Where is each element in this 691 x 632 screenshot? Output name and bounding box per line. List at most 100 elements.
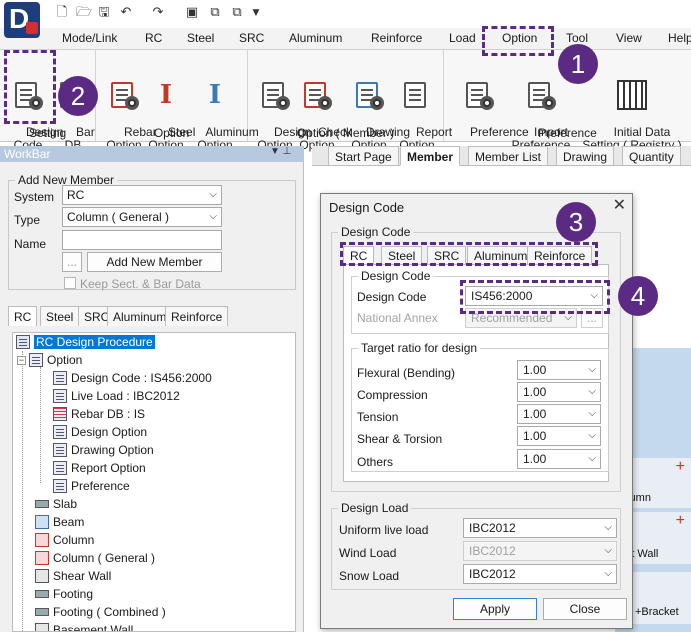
design-code-label: Design Code xyxy=(357,290,427,304)
callout-2: 2 xyxy=(58,76,98,116)
tree-item-shear-wall[interactable]: Shear Wall xyxy=(35,568,111,584)
wind-load-select[interactable]: IBC2012 ⌵ xyxy=(463,541,617,561)
type-select[interactable]: Column ( General ) ⌵ xyxy=(62,207,222,227)
column-general-icon xyxy=(35,551,49,565)
tab-member[interactable]: Member xyxy=(400,146,461,166)
tab-mode-link[interactable]: Mode/Link xyxy=(62,31,117,45)
ratio-shear-torsion-select[interactable]: 1.00 ⌵ xyxy=(517,426,601,446)
collapse-icon[interactable]: − xyxy=(17,356,26,365)
workbar-pin-icon[interactable]: ▼ ⊥ xyxy=(270,146,291,157)
tab-view[interactable]: View xyxy=(616,31,642,45)
tree-item-drawing-option[interactable]: Drawing Option xyxy=(53,442,154,458)
drawing-option-icon xyxy=(53,443,67,457)
tree-item-column-general[interactable]: Column ( General ) xyxy=(35,550,155,566)
wind-load-label: Wind Load xyxy=(339,546,397,560)
uniform-live-load-label: Uniform live load xyxy=(339,523,429,537)
tab-drawing[interactable]: Drawing xyxy=(556,146,615,166)
paste-icon[interactable]: ⧉ xyxy=(229,5,245,21)
chevron-down-icon: ⌵ xyxy=(588,408,596,419)
save-icon[interactable]: 🖫 xyxy=(96,5,112,21)
snow-load-select[interactable]: IBC2012 ⌵ xyxy=(463,564,617,584)
workbar-tab-aluminum[interactable]: Aluminum xyxy=(107,306,173,326)
open-file-icon[interactable]: 🗁 xyxy=(76,5,92,21)
preference-group-label: Preference xyxy=(538,126,597,140)
member-ellipsis-button[interactable]: ... xyxy=(62,252,82,272)
tree-item-column[interactable]: Column xyxy=(35,532,94,548)
tab-member-list[interactable]: Member List xyxy=(468,146,549,166)
new-file-icon[interactable]: 🗋 xyxy=(54,5,70,21)
tree-item-preference[interactable]: Preference xyxy=(53,478,130,494)
tab-load[interactable]: Load xyxy=(449,31,476,45)
close-icon[interactable]: ✕ xyxy=(613,195,626,214)
steel-i-beam-icon: I xyxy=(159,80,173,110)
ratio-tension-select[interactable]: 1.00 ⌵ xyxy=(517,404,601,424)
tree-root[interactable]: RC Design Procedure xyxy=(16,334,155,350)
workbar-tab-steel[interactable]: Steel xyxy=(40,306,80,326)
basement-wall-icon xyxy=(35,623,49,631)
design-option-icon xyxy=(260,80,290,110)
chevron-down-icon: ⌵ xyxy=(209,189,217,200)
keep-sect-checkbox[interactable] xyxy=(64,277,76,289)
uniform-live-load-select[interactable]: IBC2012 ⌵ xyxy=(463,518,617,538)
procedure-icon xyxy=(16,335,30,349)
beam-icon xyxy=(35,515,49,529)
tab-tool[interactable]: Tool xyxy=(566,31,588,45)
tree-item-live-load[interactable]: Live Load : IBC2012 xyxy=(53,388,180,404)
system-select[interactable]: RC ⌵ xyxy=(62,185,222,205)
tree-item-design-option[interactable]: Design Option xyxy=(53,424,147,440)
ratio-flexural-select[interactable]: 1.00 ⌵ xyxy=(517,360,601,380)
apply-button[interactable]: Apply xyxy=(453,598,537,620)
ratio-tension-label: Tension xyxy=(357,410,399,424)
chevron-down-icon: ⌵ xyxy=(588,430,596,441)
tab-quantity[interactable]: Quantity xyxy=(622,146,681,166)
tree-item-design-code[interactable]: Design Code : IS456:2000 xyxy=(53,370,212,386)
design-code-icon xyxy=(53,371,67,385)
tree-guide-line xyxy=(22,351,23,631)
inner-design-code-legend: Design Code xyxy=(358,269,434,283)
ratio-compression-select[interactable]: 1.00 ⌵ xyxy=(517,382,601,402)
national-annex-label: National Annex xyxy=(357,311,438,325)
tree-item-beam[interactable]: Beam xyxy=(35,514,84,530)
footing-combined-icon xyxy=(35,608,49,616)
app-logo[interactable] xyxy=(4,2,40,38)
system-value: RC xyxy=(67,188,85,202)
tab-rc[interactable]: RC xyxy=(145,31,162,45)
tree-item-footing-combined[interactable]: Footing ( Combined ) xyxy=(35,604,166,620)
design-option-icon xyxy=(53,425,67,439)
chevron-down-icon: ⌵ xyxy=(604,568,612,579)
dropdown-icon[interactable]: ▼ xyxy=(248,5,264,21)
tab-start-page[interactable]: Start Page xyxy=(328,146,399,166)
quick-access-toolbar: 🗋 🗁 🖫 ↶ ↷ ▣ ⧉ ⧉ ▼ xyxy=(0,0,691,38)
tree-guide-line xyxy=(40,367,41,483)
tree-item-basement-wall[interactable]: Basement Wall xyxy=(35,622,133,631)
undo-icon[interactable]: ↶ xyxy=(118,5,134,21)
workbar-tabs: RC Steel SRC Aluminum Reinforce xyxy=(8,306,296,326)
tree-item-report-option[interactable]: Report Option xyxy=(53,460,146,476)
tree-item-slab[interactable]: Slab xyxy=(35,496,77,512)
workbar-tab-reinforce[interactable]: Reinforce xyxy=(165,306,229,326)
name-input[interactable] xyxy=(62,230,222,250)
tab-help[interactable]: Help xyxy=(668,31,691,45)
rebar-icon xyxy=(109,80,139,110)
close-button[interactable]: Close xyxy=(543,598,627,620)
tab-steel[interactable]: Steel xyxy=(187,31,214,45)
ratio-others-select[interactable]: 1.00 ⌵ xyxy=(517,449,601,469)
tab-reinforce[interactable]: Reinforce xyxy=(371,31,422,45)
tree-item-rebar-db[interactable]: Rebar DB : IS xyxy=(53,406,145,422)
view-icon[interactable]: ▣ xyxy=(184,5,200,21)
callout-4: 4 xyxy=(618,276,658,316)
tree-item-footing[interactable]: Footing xyxy=(35,586,93,602)
main-tabs: Start Page Member Member List Drawing Qu… xyxy=(312,146,691,166)
ratio-compression-label: Compression xyxy=(357,388,428,402)
copy-icon[interactable]: ⧉ xyxy=(207,5,223,21)
workbar-tab-rc[interactable]: RC xyxy=(8,306,38,326)
chevron-down-icon: ⌵ xyxy=(588,386,596,397)
type-label: Type xyxy=(14,213,41,227)
tab-src[interactable]: SRC xyxy=(239,31,264,45)
ratio-flexural-label: Flexural (Bending) xyxy=(357,366,456,380)
chevron-down-icon: ⌵ xyxy=(588,453,596,464)
tree-option-node[interactable]: − Option xyxy=(17,352,82,368)
add-new-member-button[interactable]: Add New Member xyxy=(87,252,222,272)
redo-icon[interactable]: ↷ xyxy=(150,5,166,21)
tab-aluminum[interactable]: Aluminum xyxy=(289,31,342,45)
